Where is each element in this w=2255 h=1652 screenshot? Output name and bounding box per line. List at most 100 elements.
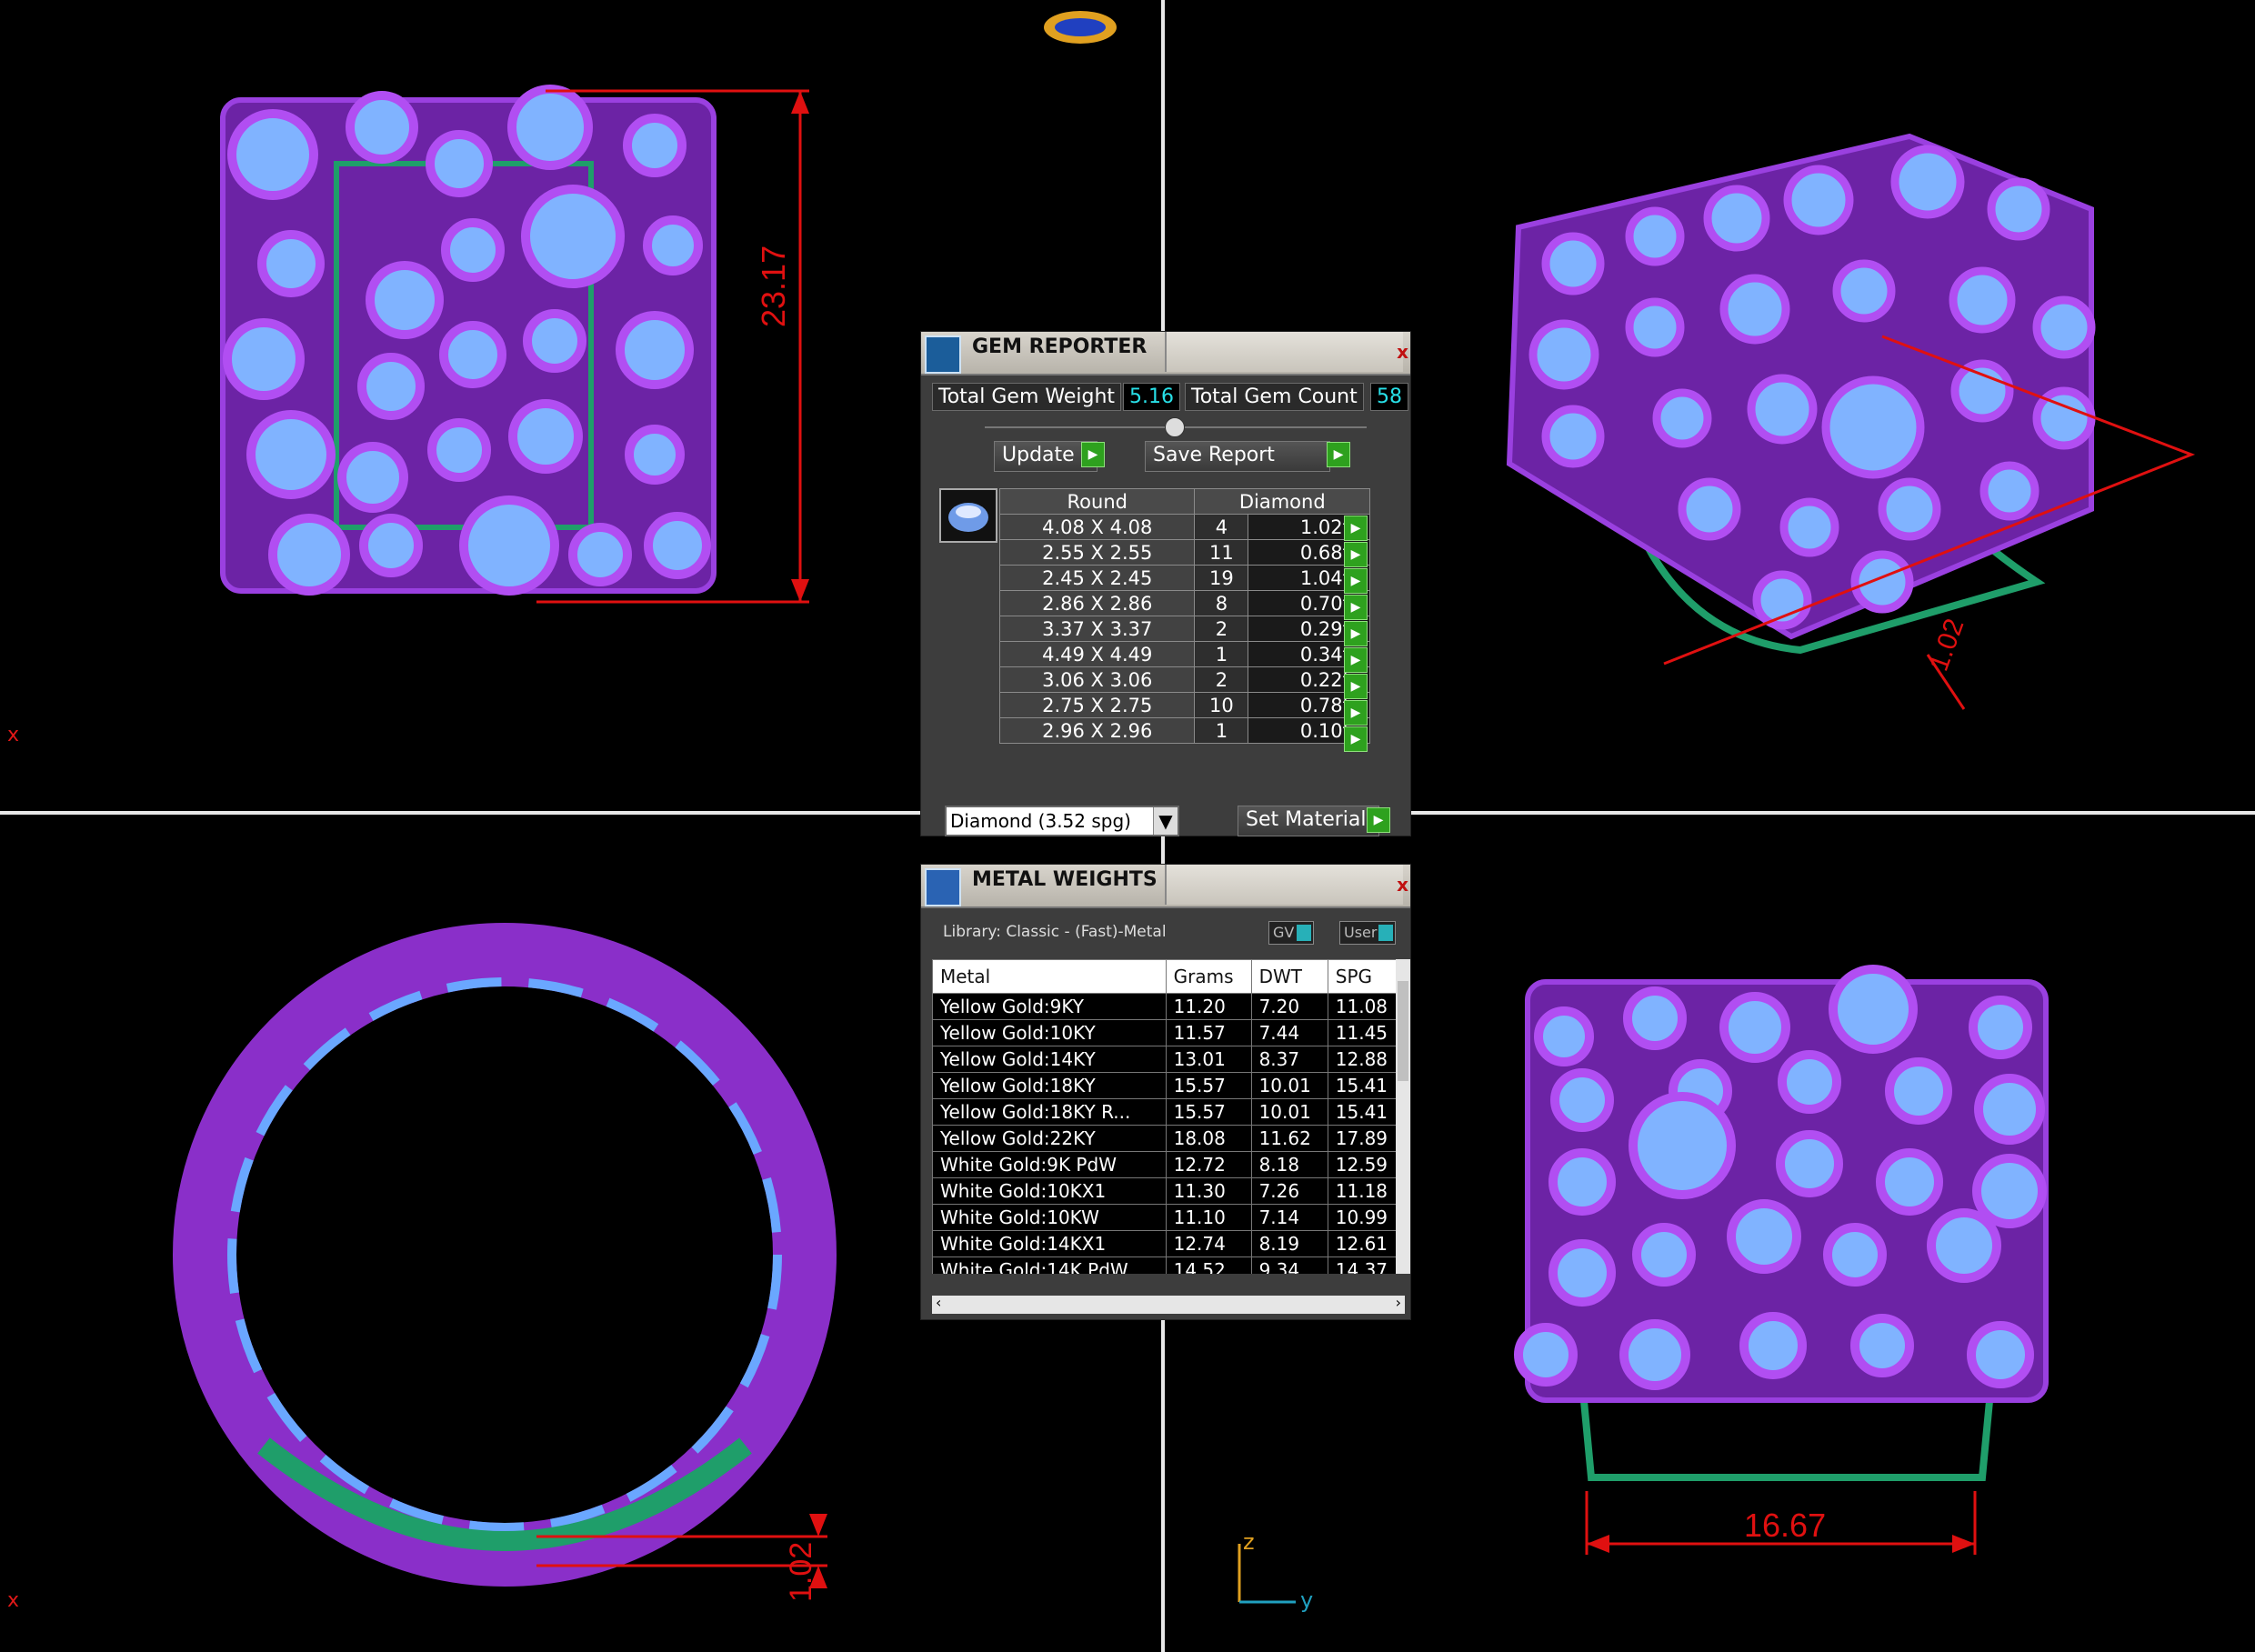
update-go-icon[interactable]: ▶ <box>1081 442 1105 467</box>
metal-row[interactable]: Yellow Gold:22KY 18.08 11.62 17.89 <box>932 1125 1403 1152</box>
gem-row-go-icon[interactable]: ▶ <box>1344 595 1368 620</box>
gem-reporter-tab <box>1165 332 1403 372</box>
metal-cell: White Gold:14KX1 <box>932 1230 1167 1257</box>
splitter-handle-icon[interactable] <box>1165 417 1185 437</box>
height-dimension: 23.17 <box>755 245 792 327</box>
gem-size-cell: 2.55 X 2.55 <box>998 539 1196 566</box>
metal-cell: 12.88 <box>1327 1046 1403 1073</box>
gem-reporter-title: GEM REPORTER <box>972 335 1148 358</box>
metal-row[interactable]: White Gold:9K PdW 12.72 8.18 12.59 <box>932 1151 1403 1178</box>
gem-size-cell: 4.49 X 4.49 <box>998 641 1196 667</box>
metal-column-header[interactable]: Metal <box>932 959 1167 994</box>
gem-row-go-icon[interactable]: ▶ <box>1344 674 1368 699</box>
gem-size-cell: 3.37 X 3.37 <box>998 616 1196 642</box>
metal-weights-close-icon[interactable]: x <box>1397 874 1408 896</box>
metal-row[interactable]: White Gold:14K PdW 14.52 9.34 14.37 <box>932 1257 1403 1274</box>
user-info-icon <box>1378 925 1393 941</box>
gem-row-go-icon[interactable]: ▶ <box>1344 647 1368 673</box>
axis-x-label-bottom: x <box>7 1589 20 1612</box>
save-report-button[interactable]: Save Report <box>1145 441 1330 472</box>
metal-cell: Yellow Gold:22KY <box>932 1125 1167 1152</box>
gem-count-cell: 1 <box>1194 717 1249 744</box>
metal-row[interactable]: White Gold:10KX1 11.30 7.26 11.18 <box>932 1177 1403 1205</box>
metal-cell: 11.08 <box>1327 993 1403 1020</box>
gv-info-icon <box>1297 925 1311 941</box>
metal-cell: 7.26 <box>1250 1177 1328 1205</box>
metal-cell: 15.57 <box>1165 1072 1252 1099</box>
set-material-button[interactable]: Set Material <box>1238 806 1379 836</box>
save-report-go-icon[interactable]: ▶ <box>1327 442 1350 467</box>
vertical-scrollbar[interactable] <box>1396 959 1410 1274</box>
scroll-left-icon[interactable]: ‹ <box>936 1294 941 1311</box>
gem-count-cell: 11 <box>1194 539 1249 566</box>
material-select[interactable]: Diamond (3.52 spg) ▼ <box>945 806 1179 836</box>
gv-label: GV <box>1273 924 1295 941</box>
metal-cell: 8.19 <box>1250 1230 1328 1257</box>
metal-row[interactable]: Yellow Gold:10KY 11.57 7.44 11.45 <box>932 1019 1403 1046</box>
gem-size-cell: 2.45 X 2.45 <box>998 565 1196 591</box>
metal-cell: White Gold:10KX1 <box>932 1177 1167 1205</box>
metal-cell: 8.37 <box>1250 1046 1328 1073</box>
perspective-dimension: 1.02 <box>1924 615 1970 675</box>
perspective-view-model[interactable]: 1.02 <box>1506 133 2196 710</box>
gem-row-go-icon[interactable]: ▶ <box>1344 516 1368 541</box>
gem-row-go-icon[interactable]: ▶ <box>1344 700 1368 726</box>
metal-column-header[interactable]: DWT <box>1250 959 1328 994</box>
gem-shape-header: Round <box>998 488 1196 515</box>
gem-row-go-icon[interactable]: ▶ <box>1344 726 1368 752</box>
set-material-go-icon[interactable]: ▶ <box>1367 807 1390 833</box>
gem-count-cell: 10 <box>1194 692 1249 718</box>
metal-cell: 15.57 <box>1165 1098 1252 1126</box>
gem-row: 2.96 X 2.96 1 0.10tw <box>998 717 1370 744</box>
metal-cell: 12.59 <box>1327 1151 1403 1178</box>
metal-cell: 7.20 <box>1250 993 1328 1020</box>
side-view-model[interactable] <box>173 923 837 1588</box>
gem-reporter-titlebar[interactable]: GEM REPORTER x <box>921 332 1410 375</box>
gem-row-go-icon[interactable]: ▶ <box>1344 568 1368 594</box>
metal-column-header[interactable]: SPG <box>1327 959 1403 994</box>
metal-cell: 11.20 <box>1165 993 1252 1020</box>
user-toggle[interactable]: User <box>1339 921 1396 945</box>
metal-cell: 10.99 <box>1327 1204 1403 1231</box>
gem-row: 4.08 X 4.08 4 1.02tw <box>998 514 1370 540</box>
gem-count-cell: 8 <box>1194 590 1249 616</box>
gv-toggle[interactable]: GV <box>1268 921 1314 945</box>
gem-row: 3.37 X 3.37 2 0.29tw <box>998 616 1370 642</box>
scroll-right-icon[interactable]: › <box>1396 1294 1401 1311</box>
gem-row: 2.75 X 2.75 10 0.78tw <box>998 692 1370 718</box>
gem-count-cell: 2 <box>1194 666 1249 693</box>
metal-cell: 11.57 <box>1165 1019 1252 1046</box>
metal-table-scroll[interactable]: Metal Grams DWT SPG Yellow Gold:9KY 11.20 7.2… <box>932 959 1403 1274</box>
gem-row-go-icon[interactable]: ▶ <box>1344 542 1368 567</box>
metal-weights-icon <box>925 868 961 906</box>
top-view-model[interactable] <box>1514 965 2049 1555</box>
scrollbar-thumb[interactable] <box>1398 981 1408 1081</box>
gem-row-go-icon[interactable]: ▶ <box>1344 621 1368 646</box>
metal-cell: 10.01 <box>1250 1098 1328 1126</box>
metal-row[interactable]: White Gold:10KW 11.10 7.14 10.99 <box>932 1204 1403 1231</box>
metal-row[interactable]: Yellow Gold:18KY R... 15.57 10.01 15.41 <box>932 1098 1403 1126</box>
front-view-model[interactable] <box>220 85 809 604</box>
metal-row[interactable]: Yellow Gold:18KY 15.57 10.01 15.41 <box>932 1072 1403 1099</box>
gem-count-cell: 2 <box>1194 616 1249 642</box>
metal-row[interactable]: Yellow Gold:14KY 13.01 8.37 12.88 <box>932 1046 1403 1073</box>
gem-count-cell: 1 <box>1194 641 1249 667</box>
metal-cell: 11.45 <box>1327 1019 1403 1046</box>
round-gem-icon <box>939 488 997 543</box>
metal-column-header[interactable]: Grams <box>1165 959 1252 994</box>
metal-row[interactable]: White Gold:14KX1 12.74 8.19 12.61 <box>932 1230 1403 1257</box>
chevron-down-icon[interactable]: ▼ <box>1153 807 1178 835</box>
metal-cell: 10.01 <box>1250 1072 1328 1099</box>
gem-row: 4.49 X 4.49 1 0.34tw <box>998 641 1370 667</box>
gem-reporter-close-icon[interactable]: x <box>1397 341 1408 363</box>
metal-cell: 14.37 <box>1327 1257 1403 1274</box>
gem-size-cell: 3.06 X 3.06 <box>998 666 1196 693</box>
gem-reporter-panel: GEM REPORTER x Total Gem Weight 5.16 Tot… <box>920 331 1411 836</box>
metal-cell: 18.08 <box>1165 1125 1252 1152</box>
gem-count-cell: 19 <box>1194 565 1249 591</box>
metal-cell: Yellow Gold:18KY R... <box>932 1098 1167 1126</box>
metal-row[interactable]: Yellow Gold:9KY 11.20 7.20 11.08 <box>932 993 1403 1020</box>
width-dimension: 16.67 <box>1744 1507 1827 1544</box>
metal-weights-titlebar[interactable]: METAL WEIGHTS x <box>921 865 1410 908</box>
horizontal-scrollbar[interactable]: ‹ › <box>932 1294 1405 1314</box>
